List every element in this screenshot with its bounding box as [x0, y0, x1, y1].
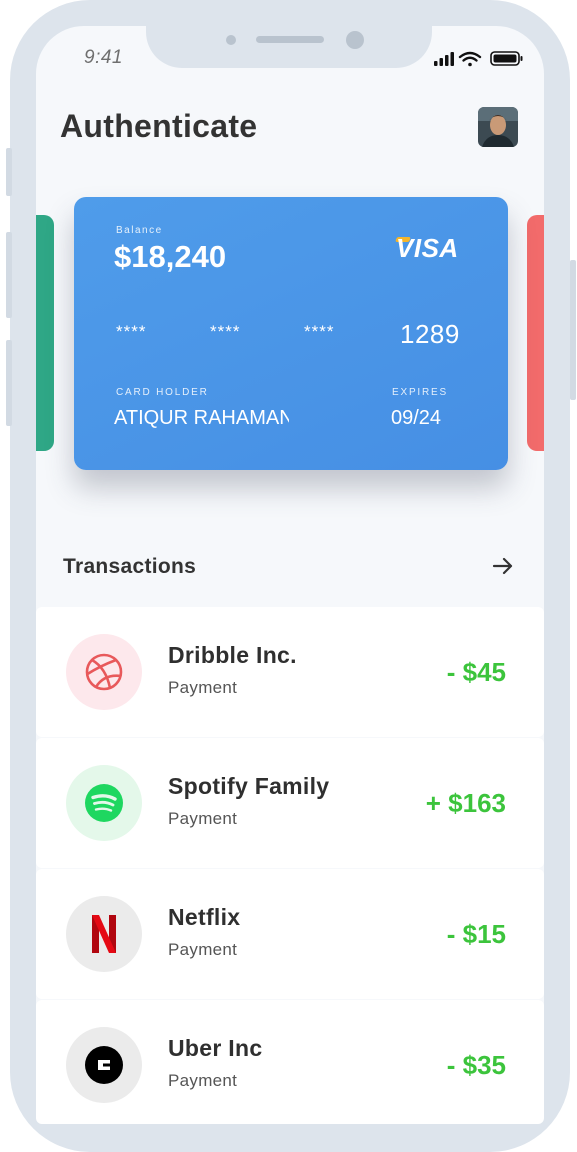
transaction-row[interactable]: Spotify Family Payment + $163	[36, 738, 544, 868]
avatar-portrait-icon	[478, 107, 518, 147]
transaction-amount: - $15	[446, 919, 506, 949]
transaction-amount: - $45	[446, 657, 506, 687]
front-camera	[346, 31, 364, 49]
status-icons	[434, 51, 523, 67]
transaction-row[interactable]: Uber Inc Payment - $35	[36, 1000, 544, 1124]
transaction-name: Dribble Inc.	[168, 642, 297, 668]
transaction-type: Payment	[168, 678, 238, 697]
wifi-icon	[458, 51, 482, 67]
card-holder-name: ATIQUR RAHAMAN	[114, 407, 289, 429]
battery-icon	[490, 51, 523, 66]
volume-up-button	[6, 232, 12, 318]
power-button	[570, 260, 576, 400]
transaction-icon	[66, 1027, 142, 1103]
transaction-icon	[66, 765, 142, 841]
transaction-type: Payment	[168, 940, 238, 959]
arrow-right-icon[interactable]	[490, 553, 516, 579]
signal-icon	[434, 52, 454, 66]
card-number-group-3: ****	[304, 322, 335, 341]
transaction-type: Payment	[168, 809, 238, 828]
camera-dot	[226, 35, 236, 45]
card-holder-label: CARD HOLDER	[116, 387, 209, 398]
page-title: Authenticate	[60, 108, 258, 144]
balance-label: Balance	[116, 225, 163, 236]
card-brand: VISA	[396, 233, 459, 263]
previous-card[interactable]	[36, 215, 54, 451]
credit-card[interactable]: Balance $18,240 VISA **** **** **** 1289…	[74, 197, 508, 470]
card-number-group-1: ****	[116, 322, 147, 341]
transaction-name: Uber Inc	[168, 1035, 263, 1061]
transaction-name: Spotify Family	[168, 773, 330, 799]
dribbble-icon	[85, 653, 123, 691]
transaction-name: Netflix	[168, 904, 241, 930]
next-card[interactable]	[527, 215, 544, 451]
spotify-icon	[85, 784, 123, 822]
transaction-row[interactable]: Dribble Inc. Payment - $45	[36, 607, 544, 737]
transaction-row[interactable]: Netflix Payment - $15	[36, 869, 544, 999]
balance-value: $18,240	[114, 239, 227, 274]
transactions-title: Transactions	[63, 555, 197, 578]
transaction-amount: + $163	[425, 788, 506, 818]
volume-down-button	[6, 340, 12, 426]
netflix-icon	[92, 915, 116, 953]
transaction-type: Payment	[168, 1071, 238, 1090]
notch	[146, 26, 432, 68]
card-number-last4: 1289	[400, 319, 460, 349]
speaker-grille	[256, 36, 324, 43]
uber-icon	[85, 1046, 123, 1084]
transaction-icon	[66, 634, 142, 710]
mute-switch	[6, 148, 12, 196]
card-number-group-2: ****	[210, 322, 241, 341]
expires-label: EXPIRES	[392, 387, 448, 398]
transaction-amount: - $35	[446, 1050, 506, 1080]
transaction-icon	[66, 896, 142, 972]
status-time: 9:41	[84, 47, 123, 68]
avatar[interactable]	[478, 107, 518, 147]
expires-value: 09/24	[391, 407, 442, 429]
